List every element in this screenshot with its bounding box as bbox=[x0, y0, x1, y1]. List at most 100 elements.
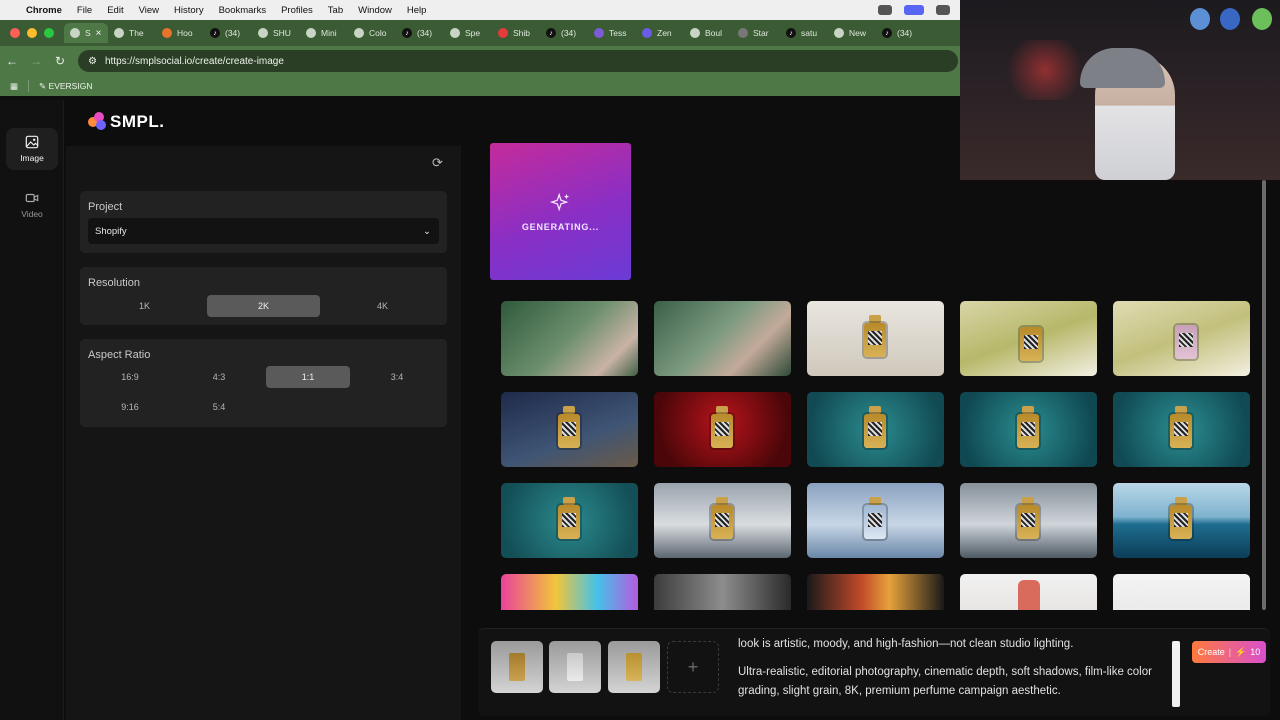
tab-favicon-icon bbox=[258, 28, 268, 38]
url-text: https://smplsocial.io/create/create-imag… bbox=[104, 55, 284, 67]
forward-icon[interactable]: → bbox=[24, 54, 48, 68]
generating-tile: GENERATING... bbox=[490, 143, 631, 280]
gallery-image[interactable] bbox=[960, 301, 1097, 376]
browser-tab[interactable]: ♪ (34) bbox=[204, 23, 252, 43]
gallery-image[interactable] bbox=[807, 483, 944, 558]
brand-logo[interactable]: SMPL. bbox=[88, 112, 164, 132]
tab-favicon-icon bbox=[306, 28, 316, 38]
project-select[interactable]: Shopify ⌄ bbox=[88, 218, 439, 244]
gallery-image[interactable] bbox=[1113, 483, 1250, 558]
browser-tab[interactable]: Mini bbox=[300, 23, 348, 43]
reload-icon[interactable]: ↻ bbox=[48, 54, 72, 68]
browser-tab[interactable]: Star bbox=[732, 23, 780, 43]
prompt-scrollbar[interactable] bbox=[1172, 641, 1180, 707]
reference-image[interactable] bbox=[491, 641, 543, 693]
menu-file[interactable]: File bbox=[77, 5, 92, 16]
image-icon bbox=[25, 135, 39, 149]
site-info-icon[interactable]: ⚙ bbox=[88, 56, 97, 67]
address-bar[interactable]: ⚙ https://smplsocial.io/create/create-im… bbox=[78, 50, 958, 72]
gallery-image[interactable] bbox=[1113, 392, 1250, 467]
browser-tab[interactable]: ♪ (34) bbox=[540, 23, 588, 43]
gallery-image[interactable] bbox=[960, 574, 1097, 610]
menu-view[interactable]: View bbox=[139, 5, 159, 16]
menu-bookmarks[interactable]: Bookmarks bbox=[219, 5, 267, 16]
browser-tab[interactable]: ♪ (34) bbox=[876, 23, 924, 43]
browser-tab[interactable]: Tess bbox=[588, 23, 636, 43]
gallery-image[interactable] bbox=[654, 483, 791, 558]
browser-tab[interactable]: ♪ satu bbox=[780, 23, 828, 43]
aspect-option-16-9[interactable]: 16:9 bbox=[88, 366, 172, 388]
menu-history[interactable]: History bbox=[174, 5, 204, 16]
aspect-option-1-1[interactable]: 1:1 bbox=[266, 366, 350, 388]
zoom-window-icon[interactable] bbox=[44, 28, 54, 38]
menu-edit[interactable]: Edit bbox=[107, 5, 123, 16]
add-reference-button[interactable]: + bbox=[667, 641, 719, 693]
browser-tab[interactable]: Shib bbox=[492, 23, 540, 43]
browser-tab[interactable]: Hoo bbox=[156, 23, 204, 43]
back-icon[interactable]: ← bbox=[0, 54, 24, 68]
menu-app-name[interactable]: Chrome bbox=[26, 5, 62, 16]
bookmark-eversign[interactable]: ✎ EVERSIGN bbox=[39, 81, 92, 92]
gallery-image[interactable] bbox=[960, 483, 1097, 558]
menu-tab[interactable]: Tab bbox=[328, 5, 343, 16]
tab-label: S bbox=[85, 28, 91, 38]
gallery-image[interactable] bbox=[807, 574, 944, 610]
browser-tab[interactable]: SHU bbox=[252, 23, 300, 43]
reference-image[interactable] bbox=[608, 641, 660, 693]
rail-item-image[interactable]: Image bbox=[6, 128, 58, 170]
minimize-window-icon[interactable] bbox=[27, 28, 37, 38]
tab-label: The bbox=[129, 28, 144, 38]
browser-tab[interactable]: Spe bbox=[444, 23, 492, 43]
logo-text: SMPL. bbox=[110, 112, 165, 131]
browser-tab[interactable]: ♪ (34) bbox=[396, 23, 444, 43]
close-window-icon[interactable] bbox=[10, 28, 20, 38]
tab-favicon-icon bbox=[594, 28, 604, 38]
gallery-image[interactable] bbox=[1113, 574, 1250, 610]
gallery-image[interactable] bbox=[807, 301, 944, 376]
aspect-option-5-4[interactable]: 5:4 bbox=[177, 396, 261, 418]
browser-tab[interactable]: Zen bbox=[636, 23, 684, 43]
status-icon[interactable] bbox=[878, 5, 892, 15]
refresh-icon[interactable]: ⟳ bbox=[432, 155, 443, 171]
aspect-option-9-16[interactable]: 9:16 bbox=[88, 396, 172, 418]
reference-image[interactable] bbox=[549, 641, 601, 693]
menu-profiles[interactable]: Profiles bbox=[281, 5, 313, 16]
project-title: Project bbox=[88, 201, 123, 213]
plush-toy bbox=[1190, 8, 1210, 30]
gallery-scrollbar[interactable] bbox=[1262, 180, 1266, 610]
gallery-image[interactable] bbox=[654, 574, 791, 610]
lightning-icon: ⚡ bbox=[1235, 646, 1247, 657]
tab-favicon-icon bbox=[834, 28, 844, 38]
gallery-image[interactable] bbox=[1113, 301, 1250, 376]
gallery-image[interactable] bbox=[654, 301, 791, 376]
gallery-image[interactable] bbox=[654, 392, 791, 467]
gallery-image[interactable] bbox=[501, 392, 638, 467]
logo-mark-icon bbox=[88, 112, 108, 132]
aspect-option-4-3[interactable]: 4:3 bbox=[177, 366, 261, 388]
resolution-option-4k[interactable]: 4K bbox=[326, 295, 439, 317]
browser-tab-active[interactable]: S × bbox=[64, 23, 108, 43]
browser-tab[interactable]: Boul bbox=[684, 23, 732, 43]
create-button[interactable]: Create | ⚡ 10 bbox=[1192, 641, 1266, 663]
close-tab-icon[interactable]: × bbox=[96, 28, 102, 39]
browser-tab[interactable]: The bbox=[108, 23, 156, 43]
apps-grid-icon[interactable]: ▦ bbox=[10, 81, 18, 92]
prompt-textarea[interactable]: look is artistic, moody, and high-fashio… bbox=[738, 635, 1163, 710]
prompt-line: Ultra-realistic, editorial photography, … bbox=[738, 666, 1152, 697]
resolution-option-1k[interactable]: 1K bbox=[88, 295, 201, 317]
rail-item-video[interactable]: Video bbox=[6, 184, 58, 226]
resolution-option-2k[interactable]: 2K bbox=[207, 295, 320, 317]
screen-record-icon[interactable] bbox=[904, 5, 924, 15]
browser-tab[interactable]: New bbox=[828, 23, 876, 43]
tiktok-icon: ♪ bbox=[546, 28, 556, 38]
menu-help[interactable]: Help bbox=[407, 5, 427, 16]
browser-tab[interactable]: Colo bbox=[348, 23, 396, 43]
gallery-image[interactable] bbox=[807, 392, 944, 467]
gallery-image[interactable] bbox=[501, 483, 638, 558]
gallery-image[interactable] bbox=[960, 392, 1097, 467]
gallery-image[interactable] bbox=[501, 574, 638, 610]
gallery-image[interactable] bbox=[501, 301, 638, 376]
menu-window[interactable]: Window bbox=[358, 5, 392, 16]
status-icon[interactable] bbox=[936, 5, 950, 15]
aspect-option-3-4[interactable]: 3:4 bbox=[355, 366, 439, 388]
